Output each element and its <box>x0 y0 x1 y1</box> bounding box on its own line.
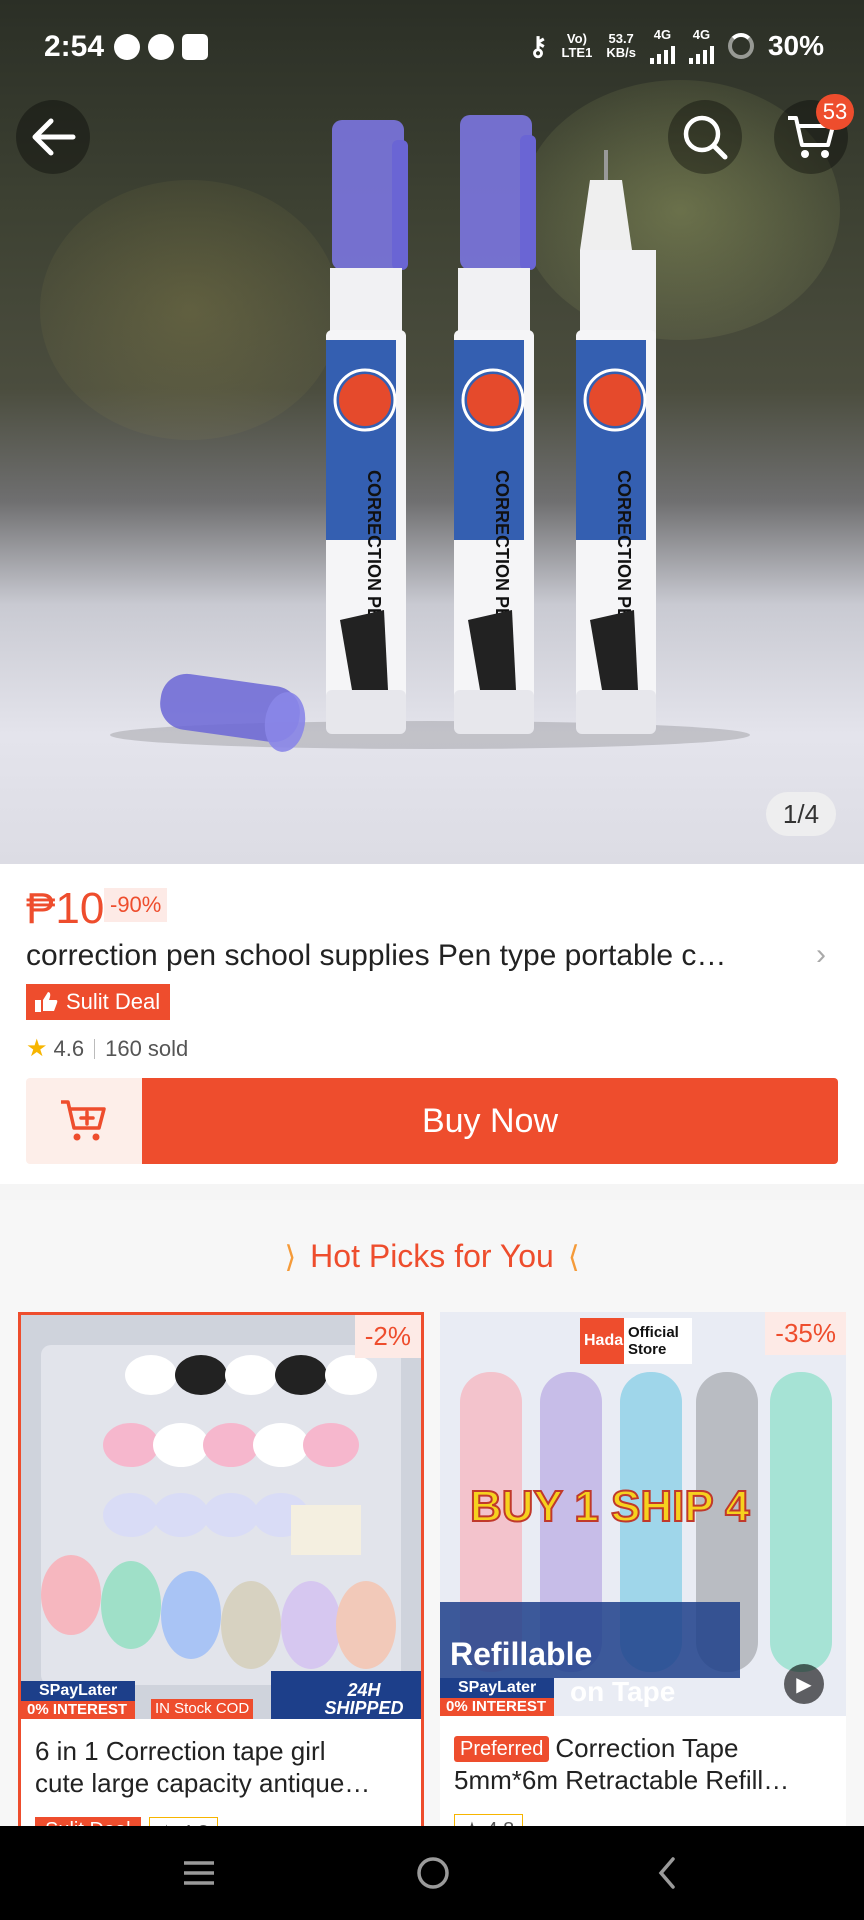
search-button[interactable] <box>668 100 742 174</box>
card-title: Preferred Correction Tape 5mm*6m Retracta… <box>454 1733 790 1795</box>
sold-count: 160 sold <box>105 1035 189 1061</box>
message-icon <box>114 34 140 60</box>
store-brand: Hada <box>584 1332 624 1349</box>
add-to-cart-button[interactable] <box>26 1078 142 1164</box>
home-button[interactable] <box>410 1850 456 1896</box>
back-button[interactable] <box>16 100 90 174</box>
signal-bars-icon <box>649 42 675 64</box>
key-icon: ⚷ <box>528 30 548 61</box>
svg-text:CORRECTION PEN: CORRECTION PEN <box>364 470 384 633</box>
product-card[interactable]: Hada Official Store BUY 1 SHIP 4 Refilla… <box>440 1312 846 1832</box>
play-video-icon[interactable]: ▶ <box>784 1664 824 1704</box>
battery-icon <box>727 33 754 59</box>
home-circle-icon <box>417 1857 449 1889</box>
add-to-cart-icon <box>61 1100 106 1141</box>
rating-value: 4.6 <box>53 1035 85 1061</box>
back-arrow-icon <box>32 118 76 156</box>
signal-1: 4G <box>649 28 675 64</box>
battery-level: 30% <box>767 30 824 61</box>
product-price: ₱10 <box>26 884 105 933</box>
status-bar: 2:54 ⚷ Vo) LTE1 53.7 KB/s 4G 4G 30% <box>0 0 864 100</box>
discount-badge: -2% <box>354 1315 421 1358</box>
system-back-button[interactable] <box>644 1850 690 1896</box>
preferred-badge: Preferred <box>454 1736 550 1762</box>
search-icon <box>683 115 728 160</box>
sync-icon <box>148 34 174 60</box>
promo-text: BUY 1 SHIP 4 <box>469 1481 751 1532</box>
network-speed: 53.7 KB/s <box>606 31 636 60</box>
hot-picks-heading: ⟩ Hot Picks for You ⟨ <box>284 1238 580 1274</box>
store-label: Official Store <box>628 1324 679 1358</box>
product-thumbnail <box>21 1315 421 1719</box>
status-time: 2:54 <box>44 30 105 63</box>
product-page: CORRECTION PEN CORRECTION PEN CORRECTION… <box>0 0 864 1920</box>
system-nav-bar <box>0 1826 864 1920</box>
hot-picks-section: ⟩ Hot Picks for You ⟨ -2% SPayLater 0% I… <box>0 1200 864 1832</box>
recent-apps-button[interactable] <box>176 1850 222 1896</box>
card-title: 6 in 1 Correction tape girl cute large c… <box>35 1736 371 1798</box>
product-title[interactable]: correction pen school supplies Pen type … <box>26 934 816 978</box>
discount-badge: -90% <box>104 888 168 922</box>
spaylater-badge: SPayLater 0% INTEREST <box>440 1678 555 1716</box>
rating-row: ★ 4.6 160 sold <box>26 1034 188 1063</box>
svg-text:CORRECTION PEN: CORRECTION PEN <box>492 470 512 633</box>
cart-button[interactable]: 53 <box>774 94 854 174</box>
spaylater-badge: SPayLater 0% INTEREST <box>21 1681 136 1719</box>
svg-text:CORRECTION PEN: CORRECTION PEN <box>614 470 634 633</box>
status-right: ⚷ Vo) LTE1 53.7 KB/s 4G 4G 30% <box>528 28 824 64</box>
image-counter: 1/4 <box>766 792 836 836</box>
signal-2: 4G <box>688 28 714 64</box>
buy-now-button[interactable]: Buy Now <box>142 1078 838 1164</box>
product-card[interactable]: -2% SPayLater 0% INTEREST IN Stock COD 2… <box>18 1312 424 1832</box>
thumbs-up-icon <box>26 984 66 1020</box>
divider <box>94 1038 96 1059</box>
download-icon <box>182 34 208 60</box>
refillable-text: Refillable <box>450 1636 593 1672</box>
left-deco-icon: ⟩ <box>284 1241 297 1274</box>
sulit-deal-badge: Sulit Deal <box>26 984 171 1020</box>
signal-bars-icon <box>688 42 714 64</box>
star-icon: ★ <box>26 1035 48 1062</box>
stock-badge: IN Stock COD <box>151 1699 254 1719</box>
deal-label: Sulit Deal <box>66 989 161 1014</box>
product-info: ₱10 -90% correction pen school supplies … <box>0 864 864 1184</box>
volte-indicator: Vo) LTE1 <box>561 31 593 60</box>
cart-count-badge: 53 <box>816 94 854 130</box>
shipped-badge: 24H SHIPPED <box>324 1680 404 1718</box>
discount-badge: -35% <box>765 1312 846 1355</box>
back-chevron-icon <box>658 1857 675 1889</box>
chevron-right-icon[interactable]: › <box>816 938 826 972</box>
notification-icons <box>114 34 208 60</box>
right-deco-icon: ⟨ <box>567 1241 580 1274</box>
tape-text: on Tape <box>570 1676 676 1707</box>
menu-icon <box>184 1861 214 1885</box>
